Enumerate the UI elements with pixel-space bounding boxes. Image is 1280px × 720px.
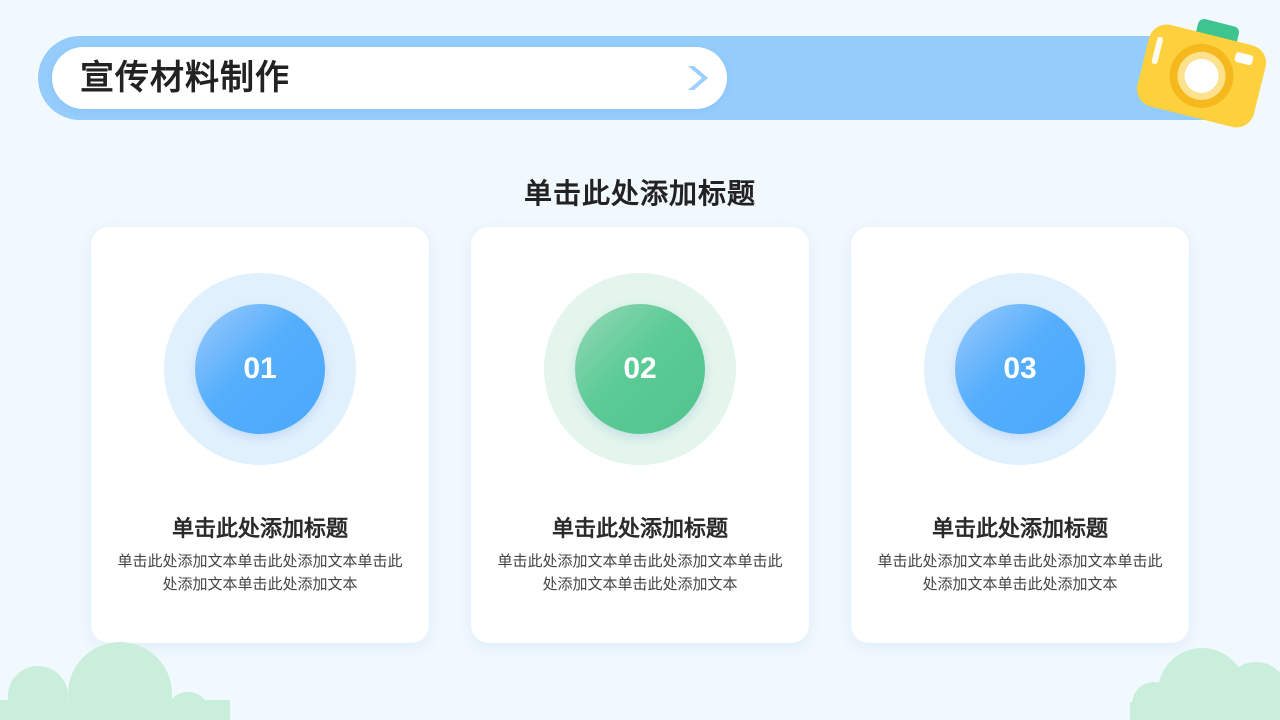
title-pill: 宣传材料制作	[52, 47, 727, 109]
page-title: 宣传材料制作	[80, 58, 290, 98]
card-title: 单击此处添加标题	[931, 517, 1108, 542]
chevron-right-icon	[688, 66, 708, 90]
card-title: 单击此处添加标题	[551, 517, 728, 542]
card-body: 单击此处添加文本单击此处添加文本单击此处添加文本单击此处添加文本	[877, 552, 1163, 593]
section-heading: 单击此处添加标题	[523, 177, 756, 210]
feature-card-2: 02 单击此处添加标题 单击此处添加文本单击此处添加文本单击此处添加文本单击此处…	[471, 227, 809, 643]
card-title: 单击此处添加标题	[171, 517, 348, 542]
feature-card-3: 03 单击此处添加标题 单击此处添加文本单击此处添加文本单击此处添加文本单击此处…	[851, 227, 1189, 643]
number-ring-2: 02	[544, 273, 736, 465]
number-disc-1: 01	[195, 304, 325, 434]
card-number: 01	[243, 352, 277, 385]
number-disc-3: 03	[955, 304, 1085, 434]
card-body: 单击此处添加文本单击此处添加文本单击此处添加文本单击此处添加文本	[497, 552, 783, 593]
card-body: 单击此处添加文本单击此处添加文本单击此处添加文本单击此处添加文本	[117, 552, 403, 593]
number-ring-3: 03	[924, 273, 1116, 465]
feature-card-1: 01 单击此处添加标题 单击此处添加文本单击此处添加文本单击此处添加文本单击此处…	[91, 227, 429, 643]
number-disc-2: 02	[575, 304, 705, 434]
card-number: 02	[623, 352, 657, 385]
camera-icon	[1136, 19, 1267, 128]
number-ring-1: 01	[164, 273, 356, 465]
cloud-left-decoration	[0, 642, 230, 720]
card-number: 03	[1003, 352, 1037, 385]
cloud-right-decoration	[1130, 648, 1280, 720]
